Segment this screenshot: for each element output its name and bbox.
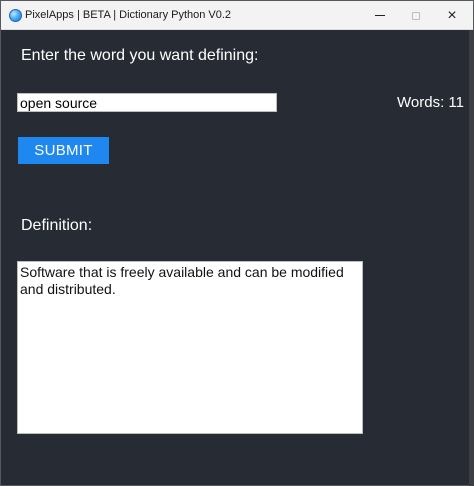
app-globe-icon xyxy=(9,9,22,22)
definition-textbox[interactable]: Software that is freely available and ca… xyxy=(17,261,363,434)
maximize-button[interactable] xyxy=(399,1,433,30)
title-bar[interactable]: PixelApps | BETA | Dictionary Python V0.… xyxy=(1,1,473,30)
app-window: PixelApps | BETA | Dictionary Python V0.… xyxy=(0,0,474,486)
minimize-button[interactable] xyxy=(363,1,397,30)
definition-label: Definition: xyxy=(21,217,93,234)
window-title: PixelApps | BETA | Dictionary Python V0.… xyxy=(25,9,232,21)
close-icon: × xyxy=(447,6,457,24)
word-count-label: Words: 11 xyxy=(397,94,464,111)
close-button[interactable]: × xyxy=(435,1,469,30)
submit-button[interactable]: SUBMIT xyxy=(18,137,109,164)
background-window-edge xyxy=(469,30,474,486)
maximize-icon xyxy=(412,11,420,20)
word-input[interactable] xyxy=(17,93,277,112)
minimize-icon xyxy=(375,15,385,16)
prompt-label: Enter the word you want defining: xyxy=(21,47,259,64)
